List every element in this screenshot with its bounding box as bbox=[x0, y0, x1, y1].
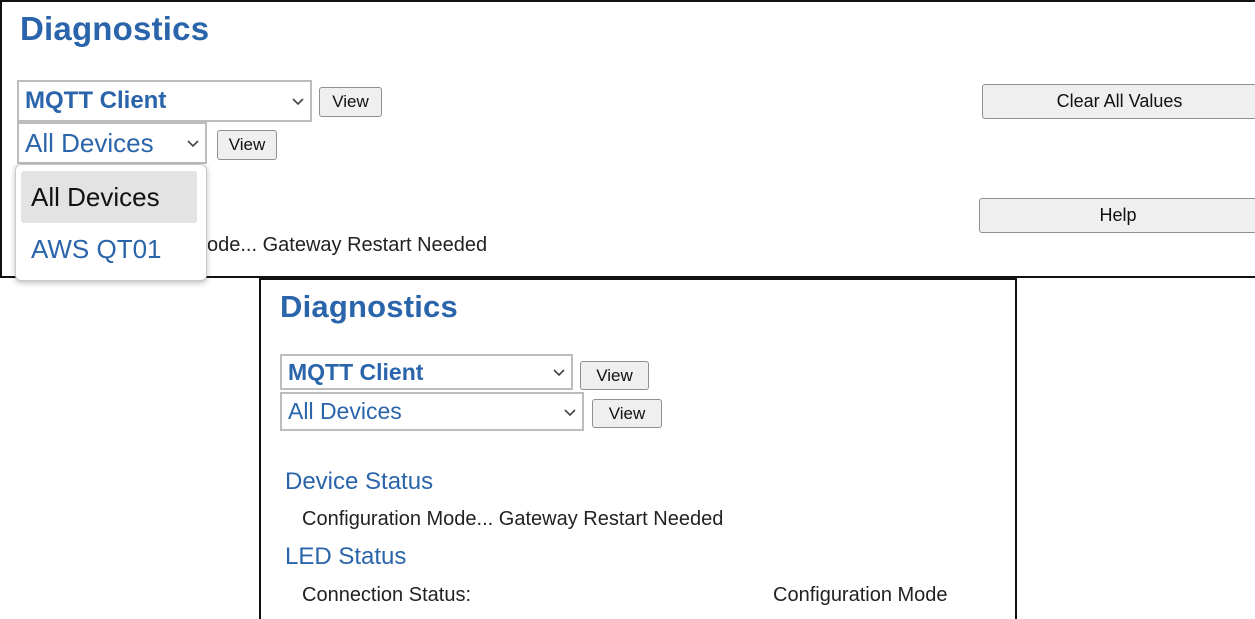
protocol-select-value: MQTT Client bbox=[25, 87, 167, 114]
protocol-select-value: MQTT Client bbox=[288, 358, 424, 385]
device-view-button[interactable]: View bbox=[217, 130, 277, 160]
device-status-text-partial: ode... Gateway Restart Needed bbox=[207, 234, 488, 256]
protocol-view-button[interactable]: View bbox=[580, 361, 649, 390]
device-select-value: All Devices bbox=[25, 127, 154, 158]
chevron-down-icon bbox=[292, 98, 304, 106]
help-button[interactable]: Help bbox=[979, 198, 1255, 233]
chevron-down-icon bbox=[553, 369, 565, 377]
dropdown-option-all-devices[interactable]: All Devices bbox=[21, 171, 197, 223]
chevron-down-icon bbox=[564, 408, 576, 416]
device-select-value: All Devices bbox=[288, 398, 402, 424]
device-status-text: Configuration Mode... Gateway Restart Ne… bbox=[302, 508, 724, 530]
page-title: Diagnostics bbox=[280, 289, 458, 324]
clear-all-values-button[interactable]: Clear All Values bbox=[982, 84, 1255, 119]
device-status-heading: Device Status bbox=[285, 468, 434, 495]
connection-status-value: Configuration Mode bbox=[773, 584, 948, 606]
device-select[interactable]: All Devices bbox=[17, 122, 207, 164]
device-dropdown-list: All Devices AWS QT01 bbox=[15, 164, 207, 281]
device-select[interactable]: All Devices bbox=[280, 392, 584, 431]
page-title: Diagnostics bbox=[20, 10, 210, 47]
diagnostics-panel-bottom: Diagnostics MQTT Client View All Devices… bbox=[259, 278, 1017, 619]
protocol-select[interactable]: MQTT Client bbox=[280, 354, 573, 390]
dropdown-option-aws-qt01[interactable]: AWS QT01 bbox=[21, 225, 197, 273]
protocol-view-button[interactable]: View bbox=[319, 87, 382, 117]
device-view-button[interactable]: View bbox=[592, 399, 662, 428]
protocol-select[interactable]: MQTT Client bbox=[17, 80, 312, 122]
diagnostics-panel-top: Diagnostics MQTT Client View All Devices… bbox=[0, 0, 1255, 281]
chevron-down-icon bbox=[187, 140, 199, 148]
connection-status-label: Connection Status: bbox=[302, 584, 471, 606]
led-status-heading: LED Status bbox=[285, 543, 407, 570]
